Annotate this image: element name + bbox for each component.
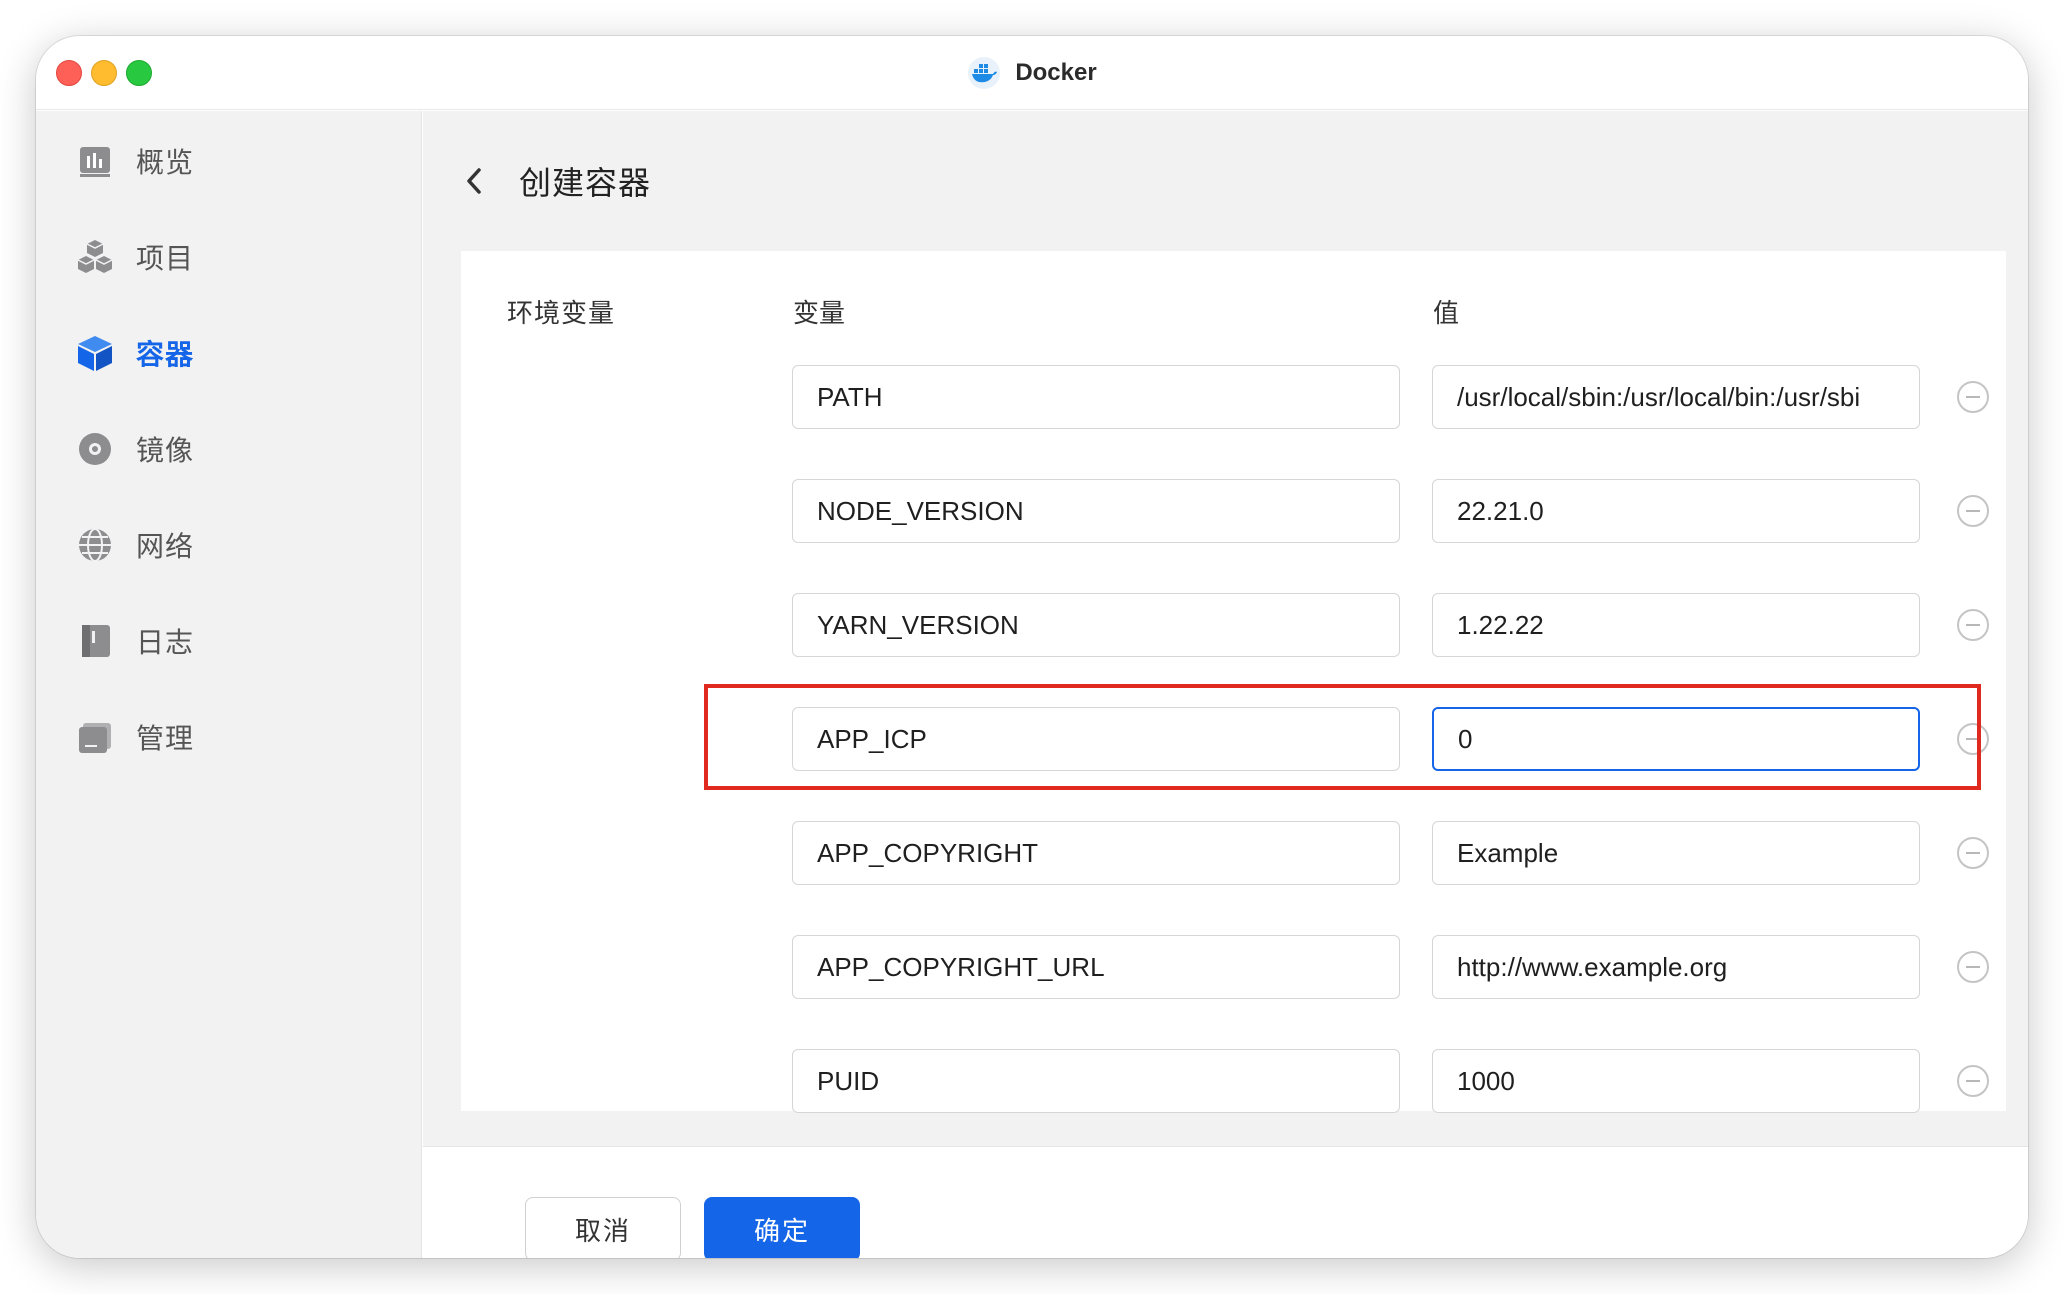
sidebar-item-label: 管理 [136, 723, 195, 754]
env-key-input[interactable]: PATH [792, 365, 1400, 429]
env-row: NODE_VERSION 22.21.0 [461, 479, 2006, 543]
sidebar-item-label: 概览 [136, 147, 195, 178]
dashboard-icon [76, 142, 114, 180]
page-header: 创建容器 [463, 151, 651, 211]
sidebar-item-logs[interactable]: 日志 [76, 611, 396, 671]
remove-row-button[interactable] [1957, 495, 1989, 527]
env-value-input-focused[interactable]: 0 [1432, 707, 1920, 771]
env-value-input[interactable]: 1.22.22 [1432, 593, 1920, 657]
image-disc-icon [76, 430, 114, 468]
project-cubes-icon [76, 238, 114, 276]
title-bar: Docker [36, 36, 2028, 110]
remove-row-button[interactable] [1957, 381, 1989, 413]
sidebar-item-network[interactable]: 网络 [76, 515, 396, 575]
confirm-button[interactable]: 确定 [704, 1197, 860, 1258]
env-value-input[interactable]: 1000 [1432, 1049, 1920, 1113]
sidebar-item-label: 容器 [136, 339, 195, 370]
env-row: PUID 1000 [461, 1049, 2006, 1113]
remove-row-button[interactable] [1957, 723, 1989, 755]
app-window: Docker 概览 项目 容器 镜像 网络 日志 管理 创建容器 环境变量 变量… [36, 36, 2028, 1258]
remove-row-button[interactable] [1957, 609, 1989, 641]
cancel-button[interactable]: 取消 [525, 1197, 681, 1258]
sidebar-item-label: 项目 [136, 243, 195, 274]
env-key-input[interactable]: YARN_VERSION [792, 593, 1400, 657]
sidebar: 概览 项目 容器 镜像 网络 日志 管理 [36, 111, 422, 1258]
env-key-input[interactable]: APP_COPYRIGHT_URL [792, 935, 1400, 999]
env-row: YARN_VERSION 1.22.22 [461, 593, 2006, 657]
sidebar-item-manage[interactable]: 管理 [76, 707, 396, 767]
sidebar-item-label: 镜像 [136, 435, 195, 466]
section-label: 环境变量 [507, 298, 616, 328]
remove-row-button[interactable] [1957, 951, 1989, 983]
window-title: Docker [36, 36, 2028, 110]
env-value-input[interactable]: /usr/local/sbin:/usr/local/bin:/usr/sbi [1432, 365, 1920, 429]
docker-logo-icon [968, 57, 1001, 89]
container-box-icon [76, 334, 114, 372]
env-key-input[interactable]: APP_ICP [792, 707, 1400, 771]
env-value-input[interactable]: 22.21.0 [1432, 479, 1920, 543]
sidebar-item-projects[interactable]: 项目 [76, 227, 396, 287]
sidebar-item-label: 网络 [136, 531, 195, 562]
network-globe-icon [76, 526, 114, 564]
sidebar-item-overview[interactable]: 概览 [76, 131, 396, 191]
sidebar-item-images[interactable]: 镜像 [76, 419, 396, 479]
column-header-variable: 变量 [793, 298, 846, 328]
log-book-icon [76, 622, 114, 660]
env-key-input[interactable]: PUID [792, 1049, 1400, 1113]
env-key-input[interactable]: APP_COPYRIGHT [792, 821, 1400, 885]
env-value-input[interactable]: Example [1432, 821, 1920, 885]
env-value-input[interactable]: http://www.example.org [1432, 935, 1920, 999]
remove-row-button[interactable] [1957, 1065, 1989, 1097]
page-title: 创建容器 [519, 165, 652, 201]
env-key-input[interactable]: NODE_VERSION [792, 479, 1400, 543]
env-row: APP_ICP 0 [461, 707, 2006, 771]
sidebar-item-containers[interactable]: 容器 [76, 323, 396, 383]
main-content: 创建容器 环境变量 变量 值 PATH /usr/local/sbin:/usr… [423, 111, 2028, 1258]
manage-icon [76, 718, 114, 756]
column-header-value: 值 [1433, 298, 1460, 328]
sidebar-item-label: 日志 [136, 627, 195, 658]
form-footer: 取消 确定 [423, 1146, 2028, 1258]
env-row: PATH /usr/local/sbin:/usr/local/bin:/usr… [461, 365, 2006, 429]
window-title-text: Docker [1015, 59, 1097, 86]
env-variables-card: 环境变量 变量 值 PATH /usr/local/sbin:/usr/loca… [461, 251, 2006, 1113]
env-row: APP_COPYRIGHT_URL http://www.example.org [461, 935, 2006, 999]
env-row: APP_COPYRIGHT Example [461, 821, 2006, 885]
remove-row-button[interactable] [1957, 837, 1989, 869]
back-arrow-icon[interactable] [463, 161, 493, 201]
